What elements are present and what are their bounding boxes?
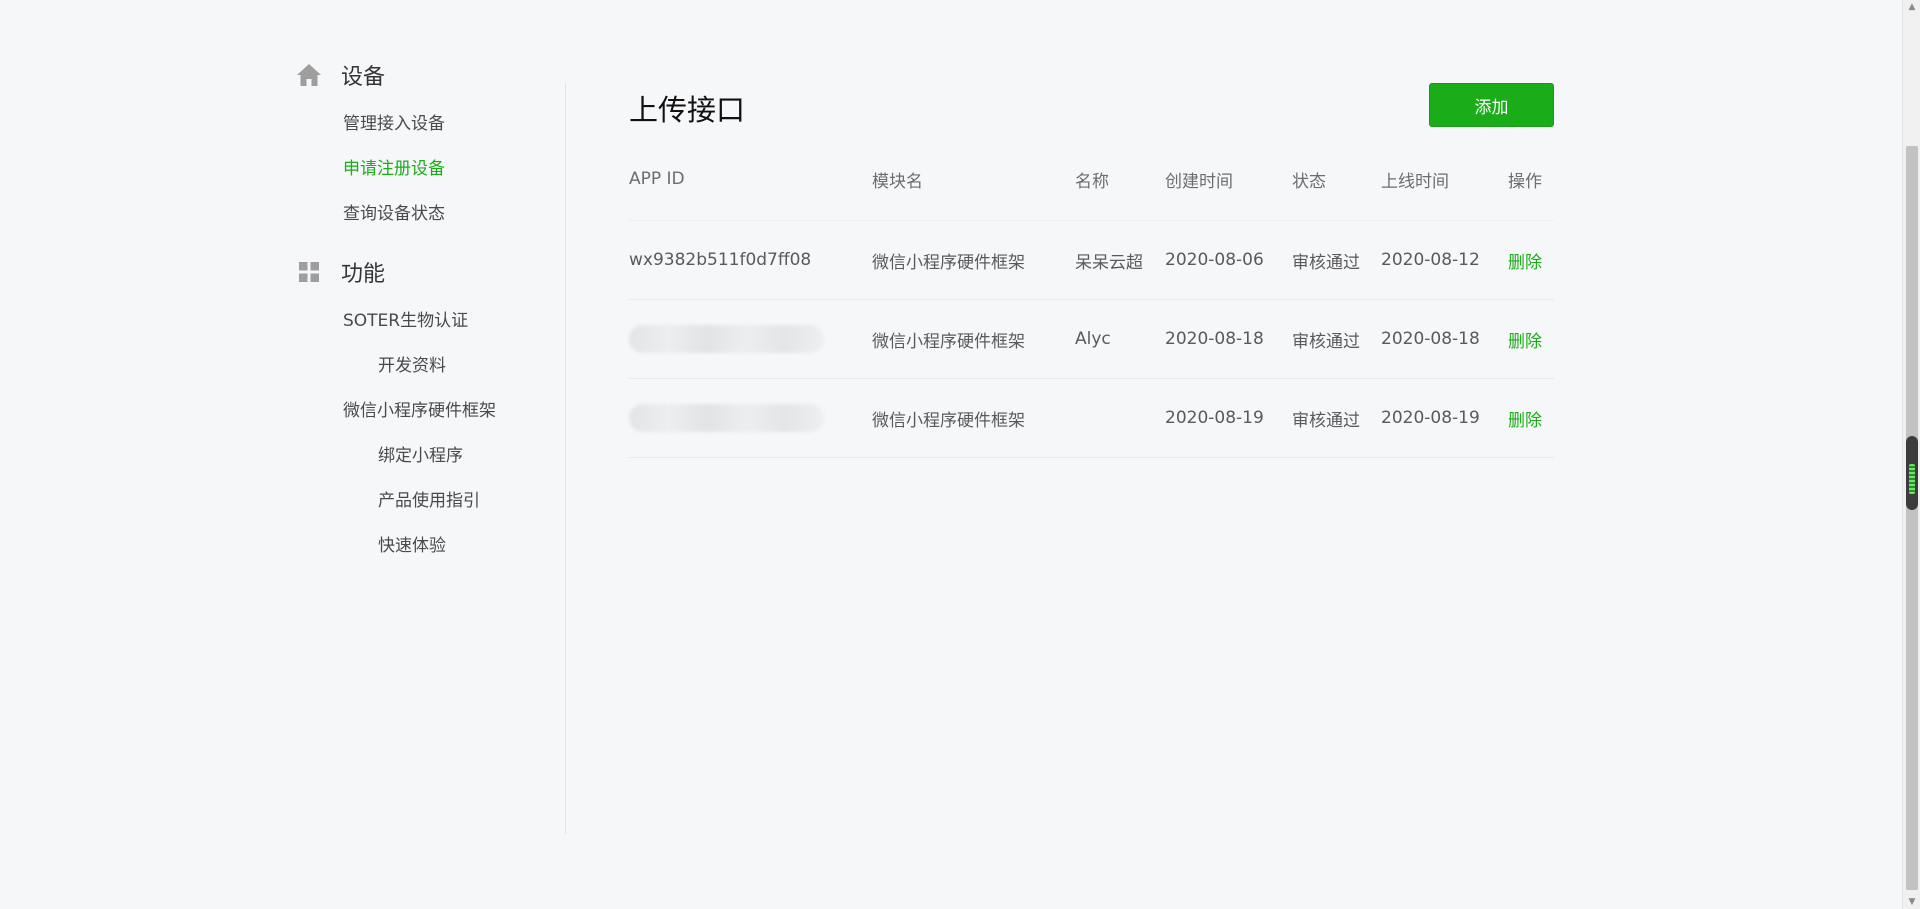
column-header-created: 创建时间: [1165, 171, 1233, 192]
sidebar-divider: [565, 83, 566, 834]
home-icon: [295, 61, 323, 89]
table-row: 微信小程序硬件框架 2020-08-19 审核通过 2020-08-19 删除: [629, 379, 1554, 458]
app-id-cell: wx9382b511f0d7ff08: [629, 250, 812, 270]
sidebar-item-manage-devices[interactable]: 管理接入设备: [295, 102, 565, 147]
created-cell: 2020-08-18: [1165, 329, 1264, 349]
nav-group-title-device: 设备: [295, 58, 565, 92]
name-cell: 呆呆云超: [1075, 252, 1143, 273]
nav-group-label: 功能: [341, 262, 386, 287]
column-header-online: 上线时间: [1381, 171, 1449, 192]
column-header-status: 状态: [1292, 171, 1326, 192]
sidebar-item-dev-docs[interactable]: 开发资料: [295, 344, 565, 389]
vertical-scrollbar[interactable]: ▲ ▼: [1902, 0, 1920, 909]
grid-icon: [295, 258, 323, 286]
module-cell: 微信小程序硬件框架: [872, 410, 1025, 431]
status-cell: 审核通过: [1292, 331, 1360, 352]
delete-link[interactable]: 删除: [1508, 300, 1542, 378]
delete-link[interactable]: 删除: [1508, 221, 1542, 299]
delete-link[interactable]: 删除: [1508, 379, 1542, 457]
sidebar-item-device-status[interactable]: 查询设备状态: [295, 192, 565, 237]
created-cell: 2020-08-06: [1165, 250, 1264, 270]
nav-group-title-function: 功能: [295, 255, 565, 289]
redacted-app-id: [629, 404, 824, 432]
scroll-down-arrow-icon[interactable]: ▼: [1907, 897, 1917, 907]
app-id-cell: [629, 300, 824, 378]
status-cell: 审核通过: [1292, 252, 1360, 273]
sidebar-item-quick-experience[interactable]: 快速体验: [295, 524, 565, 569]
upload-interface-table: APP ID 模块名 名称 创建时间 状态 上线时间 操作 wx9382b511…: [629, 138, 1554, 458]
sidebar-item-bind-miniprogram[interactable]: 绑定小程序: [295, 434, 565, 479]
nav-group-device: 设备 管理接入设备 申请注册设备 查询设备状态: [295, 58, 565, 237]
online-cell: 2020-08-18: [1381, 329, 1480, 349]
table-row: 微信小程序硬件框架 Alyc 2020-08-18 审核通过 2020-08-1…: [629, 300, 1554, 379]
scroll-up-arrow-icon[interactable]: ▲: [1907, 2, 1917, 12]
grip-lines-icon: [1909, 464, 1915, 494]
column-header-name: 名称: [1075, 171, 1109, 192]
online-cell: 2020-08-19: [1381, 408, 1480, 428]
nav-group-function: 功能 SOTER生物认证 开发资料 微信小程序硬件框架 绑定小程序 产品使用指引…: [295, 255, 565, 569]
content-header: 上传接口 添加: [629, 83, 1554, 128]
module-cell: 微信小程序硬件框架: [872, 252, 1025, 273]
status-cell: 审核通过: [1292, 410, 1360, 431]
column-header-module: 模块名: [872, 171, 923, 192]
table-header-row: APP ID 模块名 名称 创建时间 状态 上线时间 操作: [629, 138, 1554, 221]
created-cell: 2020-08-19: [1165, 408, 1264, 428]
sidebar-item-miniprogram-framework[interactable]: 微信小程序硬件框架: [295, 389, 565, 434]
module-cell: 微信小程序硬件框架: [872, 331, 1025, 352]
online-cell: 2020-08-12: [1381, 250, 1480, 270]
column-header-action: 操作: [1508, 171, 1542, 192]
name-cell: Alyc: [1075, 329, 1111, 349]
scrollbar-thumb[interactable]: [1906, 146, 1918, 890]
add-button[interactable]: 添加: [1429, 83, 1554, 127]
sidebar: 设备 管理接入设备 申请注册设备 查询设备状态 功能 SOTER生物认证 开发资…: [295, 58, 565, 569]
main-content: 上传接口 添加 APP ID 模块名 名称 创建时间 状态 上线时间 操作 wx…: [629, 83, 1554, 458]
column-header-app-id: APP ID: [629, 169, 685, 189]
table-row: wx9382b511f0d7ff08 微信小程序硬件框架 呆呆云超 2020-0…: [629, 221, 1554, 300]
page: 设备 管理接入设备 申请注册设备 查询设备状态 功能 SOTER生物认证 开发资…: [0, 0, 1920, 909]
scrollbar-grip[interactable]: [1906, 436, 1918, 510]
sidebar-item-product-guide[interactable]: 产品使用指引: [295, 479, 565, 524]
app-id-cell: [629, 379, 824, 457]
redacted-app-id: [629, 325, 824, 353]
sidebar-item-register-device[interactable]: 申请注册设备: [295, 147, 565, 192]
sidebar-item-soter[interactable]: SOTER生物认证: [295, 299, 565, 344]
page-title: 上传接口: [629, 93, 746, 127]
nav-group-label: 设备: [341, 65, 386, 90]
